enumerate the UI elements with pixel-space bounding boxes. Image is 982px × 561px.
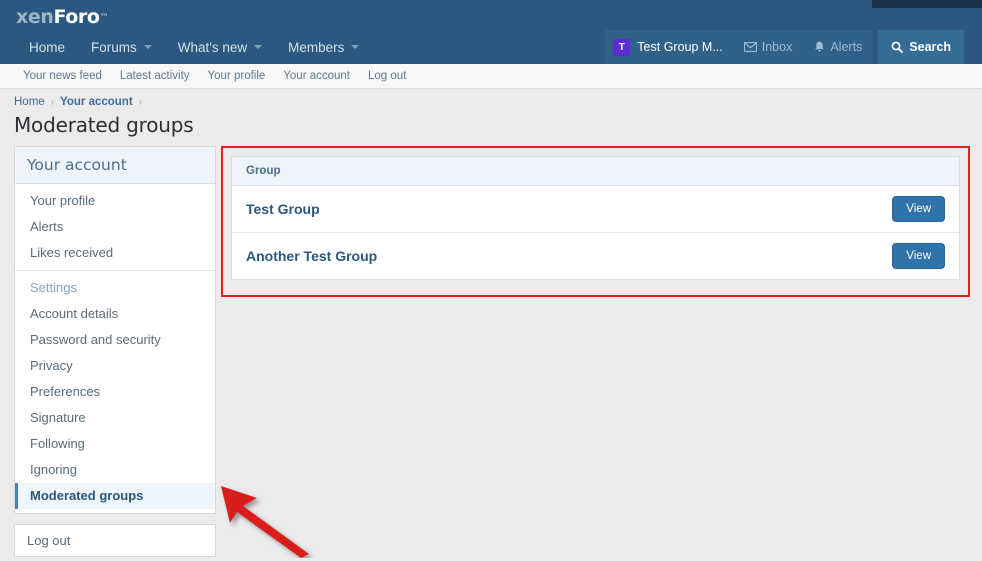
sidebar-group-profile: Your profile Alerts Likes received xyxy=(15,184,215,270)
sidebar-item-ignoring[interactable]: Ignoring xyxy=(15,457,215,483)
nav-item-whats-new[interactable]: What's new xyxy=(165,30,275,64)
content-wrapper: Your account Your profile Alerts Likes r… xyxy=(0,146,982,557)
moderated-groups-panel: Group Test Group View Another Test Group… xyxy=(221,146,970,290)
table-row: Another Test Group View xyxy=(232,232,959,279)
search-icon xyxy=(891,41,904,53)
chevron-down-icon xyxy=(351,45,360,49)
logo-text-xen: xen xyxy=(16,6,54,28)
sidebar: Your account Your profile Alerts Likes r… xyxy=(14,146,216,557)
sidebar-item-likes-received[interactable]: Likes received xyxy=(15,240,215,266)
chevron-down-icon xyxy=(143,45,152,49)
nav-item-label: What's new xyxy=(177,39,248,55)
nav-right-group: T Test Group M... Inbox Alerts Search xyxy=(605,30,964,64)
sidebar-header: Your account xyxy=(15,147,215,184)
inbox-button[interactable]: Inbox xyxy=(732,30,804,64)
chevron-down-icon xyxy=(254,45,263,49)
nav-item-home[interactable]: Home xyxy=(16,30,78,64)
sub-nav-item-your-account[interactable]: Your account xyxy=(274,70,359,82)
sidebar-item-signature[interactable]: Signature xyxy=(15,405,215,431)
sidebar-item-account-details[interactable]: Account details xyxy=(15,301,215,327)
alerts-label: Alerts xyxy=(830,40,863,54)
breadcrumb-separator: › xyxy=(50,96,55,108)
groups-table: Group Test Group View Another Test Group… xyxy=(231,156,960,280)
sub-navigation: Your news feed Latest activity Your prof… xyxy=(0,64,982,89)
account-name-label: Test Group M... xyxy=(637,40,723,54)
table-row: Test Group View xyxy=(232,186,959,232)
browser-chrome-strip xyxy=(872,0,982,8)
sidebar-item-password-and-security[interactable]: Password and security xyxy=(15,327,215,353)
group-name-link[interactable]: Another Test Group xyxy=(246,248,377,264)
search-label: Search xyxy=(909,40,951,54)
view-button[interactable]: View xyxy=(892,243,945,269)
logo-text-foro: Foro xyxy=(53,6,100,28)
sub-nav-item-your-profile[interactable]: Your profile xyxy=(199,70,275,82)
avatar: T xyxy=(613,38,631,56)
envelope-icon xyxy=(743,42,757,52)
nav-item-forums[interactable]: Forums xyxy=(78,30,165,64)
main-navigation: Home Forums What's new Members T Test Gr… xyxy=(0,30,982,64)
xenforo-logo[interactable]: xenForo™ xyxy=(16,4,109,30)
breadcrumb-separator: › xyxy=(138,96,143,108)
group-name-link[interactable]: Test Group xyxy=(246,201,320,217)
main-content: Group Test Group View Another Test Group… xyxy=(221,146,982,297)
sidebar-item-preferences[interactable]: Preferences xyxy=(15,379,215,405)
sidebar-block: Your account Your profile Alerts Likes r… xyxy=(14,146,216,514)
account-menu-button[interactable]: T Test Group M... xyxy=(605,30,733,64)
sidebar-item-your-profile[interactable]: Your profile xyxy=(15,188,215,214)
sidebar-item-following[interactable]: Following xyxy=(15,431,215,457)
bell-icon xyxy=(814,41,825,53)
table-column-header-group: Group xyxy=(232,157,959,186)
nav-item-members[interactable]: Members xyxy=(275,30,372,64)
sub-nav-item-news-feed[interactable]: Your news feed xyxy=(14,70,111,82)
breadcrumb-your-account[interactable]: Your account xyxy=(60,96,133,108)
sidebar-item-alerts[interactable]: Alerts xyxy=(15,214,215,240)
sidebar-item-privacy[interactable]: Privacy xyxy=(15,353,215,379)
sidebar-group-settings: Settings Account details Password and se… xyxy=(15,270,215,513)
site-header: xenForo™ Home Forums What's new Members … xyxy=(0,0,982,64)
nav-item-label: Forums xyxy=(91,39,137,55)
view-button[interactable]: View xyxy=(892,196,945,222)
breadcrumb-home[interactable]: Home xyxy=(14,96,45,108)
inbox-label: Inbox xyxy=(761,40,793,54)
page-title: Moderated groups xyxy=(14,113,194,137)
nav-item-label: Home xyxy=(29,39,66,55)
breadcrumb: Home › Your account › xyxy=(0,89,982,112)
sidebar-section-label-settings: Settings xyxy=(30,280,77,295)
sidebar-item-moderated-groups[interactable]: Moderated groups xyxy=(15,483,215,509)
logo-row: xenForo™ xyxy=(0,0,982,30)
logo-trademark: ™ xyxy=(99,13,109,23)
nav-item-label: Members xyxy=(288,39,345,55)
search-button[interactable]: Search xyxy=(878,30,964,64)
sidebar-logout-button[interactable]: Log out xyxy=(14,524,216,557)
sub-nav-item-log-out[interactable]: Log out xyxy=(359,70,415,82)
sub-nav-item-latest-activity[interactable]: Latest activity xyxy=(111,70,199,82)
alerts-button[interactable]: Alerts xyxy=(803,30,874,64)
